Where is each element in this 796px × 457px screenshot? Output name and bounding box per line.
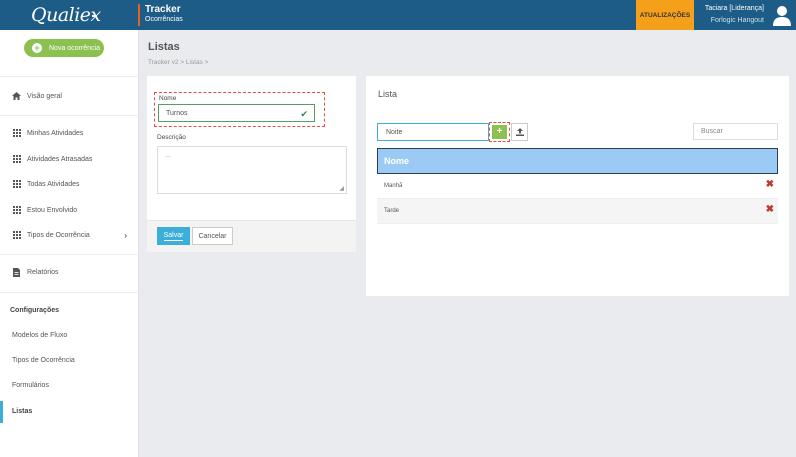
new-item-input[interactable]: Noite <box>377 123 489 141</box>
name-field-group: Nome Turnos ✔ <box>154 92 325 127</box>
name-label: Nome <box>159 95 177 102</box>
description-textarea[interactable]: ... ◢ <box>157 146 347 194</box>
sidebar-item-label: Atividades Atrasadas <box>27 155 93 163</box>
config-heading: Configurações <box>10 307 60 314</box>
document-icon <box>12 267 21 277</box>
row-name: Tarde <box>384 208 400 214</box>
sidebar: + Nova ocorrência Visão geral Minhas Ati… <box>0 30 139 457</box>
sidebar-item-overview[interactable]: Visão geral <box>12 90 127 102</box>
delete-icon[interactable]: ✖ <box>766 205 774 215</box>
top-bar: Qualiex Tracker Ocorrências ATUALIZAÇÕES… <box>0 0 796 30</box>
breadcrumb[interactable]: Tracker v2 > Listas > <box>148 59 208 66</box>
table-header-name[interactable]: Nome <box>377 148 778 174</box>
app-title: Tracker <box>145 4 181 15</box>
app-subtitle: Ocorrências <box>145 16 183 23</box>
app-accent-bar <box>138 4 140 26</box>
sidebar-item-lists[interactable]: Listas <box>12 408 32 415</box>
sidebar-item-label: Relatórios <box>27 268 59 276</box>
chevron-right-icon: › <box>124 230 127 240</box>
updates-button[interactable]: ATUALIZAÇÕES <box>636 0 694 30</box>
sidebar-item-forms[interactable]: Formulários <box>12 382 49 389</box>
list-form-panel: Nome Turnos ✔ Descrição ... ◢ Salvar Can… <box>147 76 356 252</box>
new-occurrence-label: Nova ocorrência <box>49 44 100 52</box>
sidebar-divider <box>0 76 139 77</box>
sidebar-item-config-occurrence-types[interactable]: Tipos de Ocorrência <box>12 357 75 364</box>
save-button[interactable]: Salvar <box>157 227 190 245</box>
sidebar-item-occurrence-types[interactable]: Tipos de Ocorrência › <box>12 229 127 241</box>
description-placeholder: ... <box>165 152 171 159</box>
user-name[interactable]: Taciara [Liderança] <box>705 5 764 12</box>
description-label: Descrição <box>157 134 186 141</box>
list-panel-title: Lista <box>378 89 398 99</box>
sidebar-item-label: Minhas Atividades <box>27 129 84 137</box>
qualiex-logo[interactable]: Qualiex <box>31 4 101 26</box>
sidebar-item-label: Tipos de Ocorrência <box>27 231 90 239</box>
search-input[interactable]: Buscar <box>693 123 778 140</box>
upload-button[interactable] <box>511 123 528 141</box>
resize-handle-icon[interactable]: ◢ <box>339 185 344 192</box>
page-title: Listas <box>148 41 180 53</box>
check-icon: ✔ <box>300 109 308 119</box>
sidebar-divider <box>0 115 139 116</box>
sidebar-item-my-activities[interactable]: Minhas Atividades <box>12 127 127 139</box>
logo-dropdown-icon[interactable] <box>92 15 97 17</box>
sidebar-item-involved[interactable]: Estou Envolvido <box>12 204 127 216</box>
table-row[interactable]: Tarde ✖ <box>377 199 778 224</box>
delete-icon[interactable]: ✖ <box>766 180 774 190</box>
grid-icon <box>12 206 21 214</box>
user-organization: Forlogic Hangout <box>710 17 764 24</box>
new-occurrence-button[interactable]: + Nova ocorrência <box>24 39 104 57</box>
row-name: Manhã <box>384 183 403 189</box>
cancel-button[interactable]: Cancelar <box>192 227 233 245</box>
user-avatar-icon[interactable] <box>772 4 792 26</box>
sidebar-item-label: Todas Atividades <box>27 180 80 188</box>
save-label: Salvar <box>163 231 184 241</box>
list-items-panel: Lista Noite + Buscar Nome Manhã ✖ Tarde … <box>366 76 789 296</box>
name-input[interactable]: Turnos ✔ <box>158 104 315 122</box>
sidebar-item-all-activities[interactable]: Todas Atividades <box>12 178 127 190</box>
plus-icon: + <box>32 43 42 53</box>
sidebar-item-label: Estou Envolvido <box>27 206 78 214</box>
add-item-button[interactable]: + <box>492 125 507 139</box>
sidebar-divider <box>0 292 139 293</box>
grid-icon <box>12 155 21 163</box>
sidebar-divider <box>0 254 139 255</box>
grid-icon <box>12 129 21 137</box>
sidebar-item-late-activities[interactable]: Atividades Atrasadas <box>12 153 127 165</box>
name-input-value: Turnos <box>166 109 188 117</box>
active-indicator <box>0 401 3 423</box>
grid-icon <box>12 231 21 239</box>
grid-icon <box>12 180 21 188</box>
table-row[interactable]: Manhã ✖ <box>377 174 778 199</box>
upload-icon <box>515 128 524 136</box>
sidebar-item-flow-models[interactable]: Modelos de Fluxo <box>12 332 67 339</box>
sidebar-item-label: Visão geral <box>27 92 62 100</box>
sidebar-item-reports[interactable]: Relatórios <box>12 266 127 278</box>
home-icon <box>12 92 21 100</box>
